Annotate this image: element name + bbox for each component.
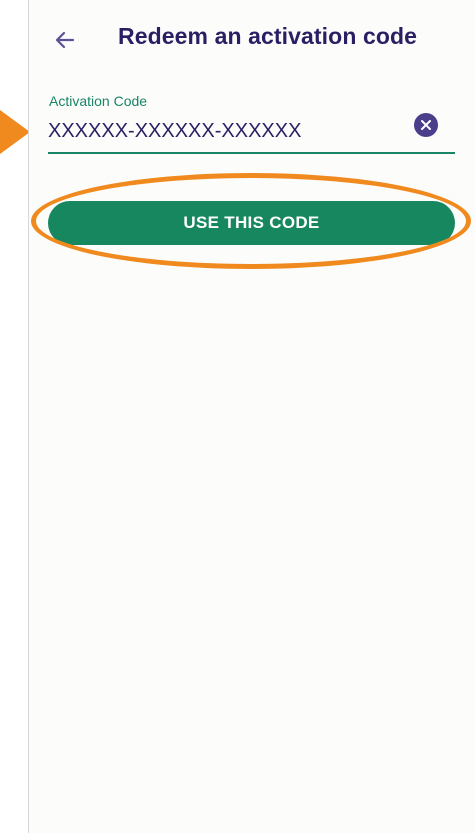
activation-code-input[interactable] [48,116,408,146]
clear-input-button[interactable] [414,113,438,137]
field-underline [48,152,455,154]
arrow-left-icon [55,31,75,49]
page-title: Redeem an activation code [118,23,418,49]
header: Redeem an activation code [29,0,474,80]
use-this-code-button[interactable]: USE THIS CODE [48,201,455,245]
app-screen: Redeem an activation code Activation Cod… [28,0,474,833]
clear-circle-icon [421,120,431,130]
pointer-arrow-icon [0,110,30,154]
activation-code-field: Activation Code [48,88,455,154]
activation-code-label: Activation Code [49,93,148,109]
back-button[interactable] [49,24,81,56]
